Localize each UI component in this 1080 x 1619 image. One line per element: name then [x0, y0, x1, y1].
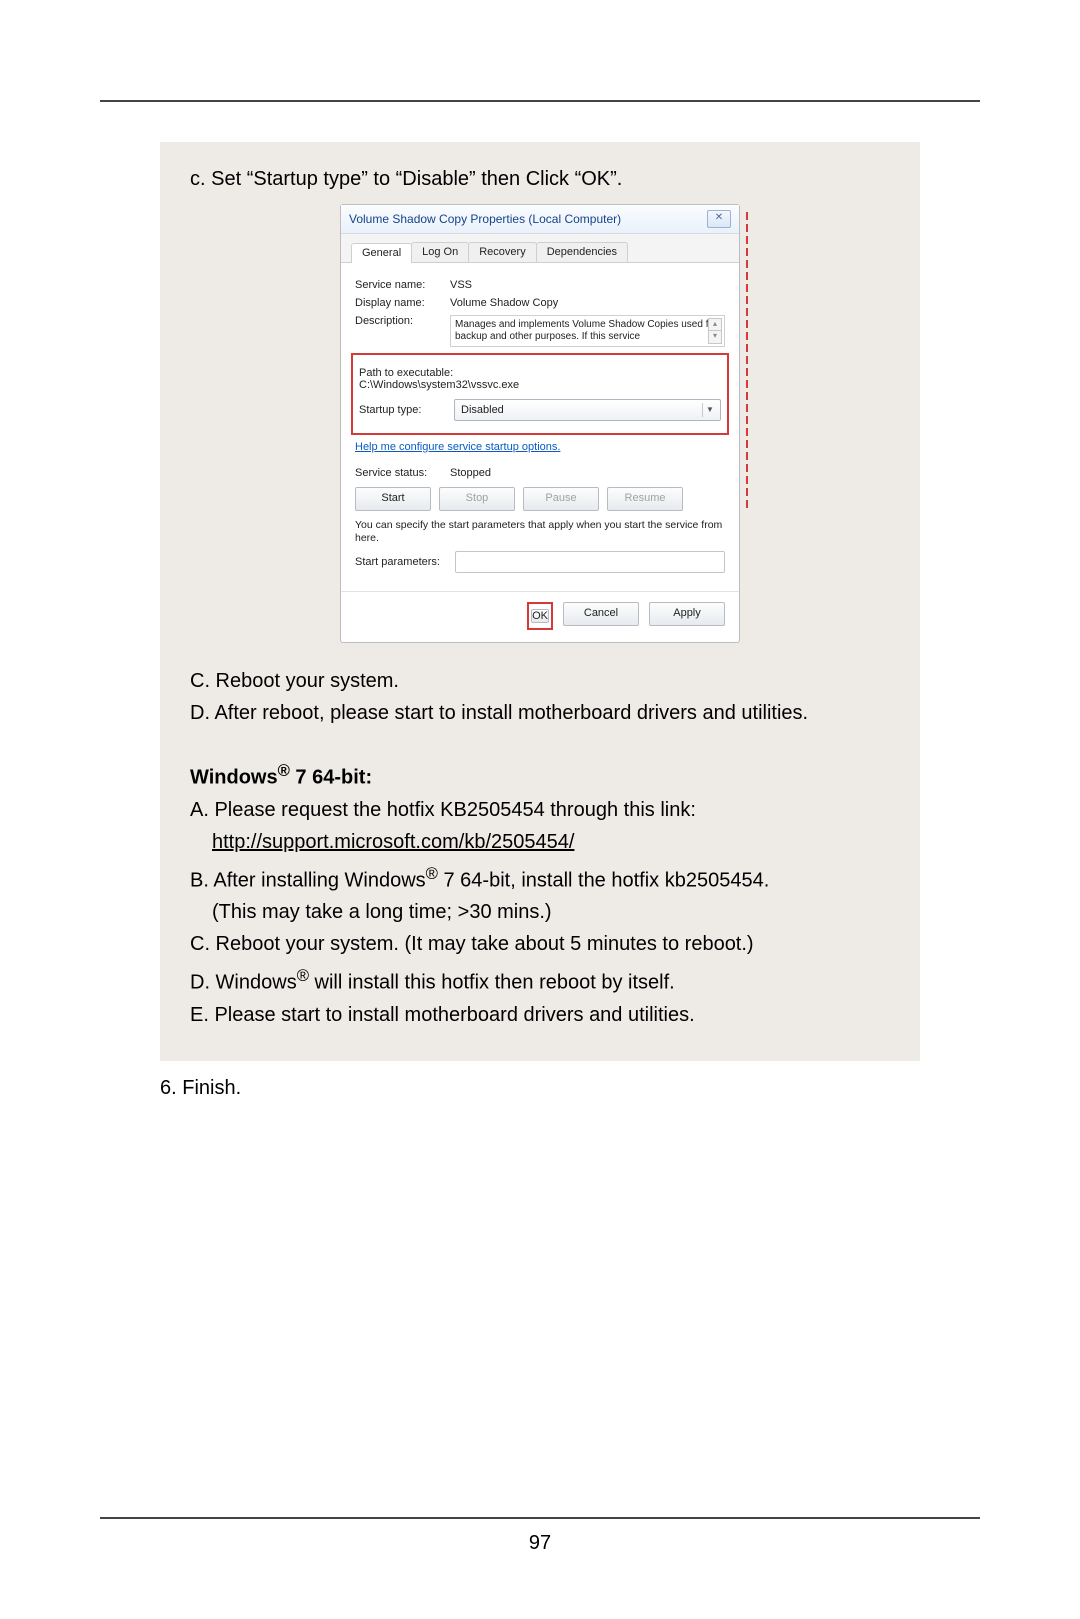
close-icon[interactable]: ✕	[707, 210, 731, 228]
dialog-titlebar: Volume Shadow Copy Properties (Local Com…	[341, 205, 739, 234]
registered-icon: ®	[426, 864, 438, 883]
service-control-buttons: Start Stop Pause Resume	[355, 487, 725, 511]
description-text: Manages and implements Volume Shadow Cop…	[455, 319, 717, 342]
service-name-label: Service name:	[355, 279, 450, 291]
win-step-e: E. Please start to install motherboard d…	[190, 999, 890, 1031]
after-screenshot-text: C. Reboot your system. D. After reboot, …	[190, 665, 890, 1031]
path-value: C:\Windows\system32\vssvc.exe	[359, 379, 721, 391]
step-6-finish: 6. Finish.	[160, 1077, 920, 1100]
start-params-label: Start parameters:	[355, 556, 455, 568]
registered-icon: ®	[297, 966, 309, 985]
step-c-reboot: C. Reboot your system.	[190, 665, 890, 697]
ok-highlight: OK	[527, 602, 553, 630]
dialog-tabs: General Log On Recovery Dependencies	[341, 234, 739, 263]
pause-button: Pause	[523, 487, 599, 511]
highlight-startup-area: Path to executable: C:\Windows\system32\…	[351, 353, 729, 435]
instruction-panel: c. Set “Startup type” to “Disable” then …	[160, 142, 920, 1061]
service-status-label: Service status:	[355, 467, 450, 479]
resume-button: Resume	[607, 487, 683, 511]
win-step-b-note: (This may take a long time; >30 mins.)	[190, 896, 890, 928]
path-label: Path to executable:	[359, 367, 721, 379]
dialog-footer-buttons: OK Cancel Apply	[341, 591, 739, 642]
win7-64-heading: Windows® 7 64-bit:	[190, 755, 890, 794]
display-name-label: Display name:	[355, 297, 450, 309]
cancel-button[interactable]: Cancel	[563, 602, 639, 626]
win-step-c: C. Reboot your system. (It may take abou…	[190, 928, 890, 960]
start-params-input[interactable]	[455, 551, 725, 573]
tab-logon[interactable]: Log On	[411, 242, 469, 262]
description-label: Description:	[355, 315, 450, 347]
description-box: Manages and implements Volume Shadow Cop…	[450, 315, 725, 347]
win-step-a: A. Please request the hotfix KB2505454 t…	[190, 794, 890, 826]
service-name-value: VSS	[450, 279, 725, 291]
win-step-b: B. After installing Windows® 7 64-bit, i…	[190, 858, 890, 897]
step-c-text: c. Set “Startup type” to “Disable” then …	[190, 164, 890, 194]
startup-type-value: Disabled	[461, 404, 504, 416]
page-number: 97	[100, 1532, 980, 1555]
tab-dependencies[interactable]: Dependencies	[536, 242, 628, 262]
tab-general[interactable]: General	[351, 243, 412, 263]
registered-icon: ®	[278, 761, 290, 780]
start-button[interactable]: Start	[355, 487, 431, 511]
win-step-d: D. Windows® will install this hotfix the…	[190, 960, 890, 999]
scroll-down-icon[interactable]: ▾	[708, 330, 722, 344]
dialog-body: Service name: VSS Display name: Volume S…	[341, 263, 739, 591]
ok-button[interactable]: OK	[531, 609, 549, 623]
step-d-install: D. After reboot, please start to install…	[190, 697, 890, 729]
dialog-screenshot: Volume Shadow Copy Properties (Local Com…	[340, 204, 740, 643]
obscured-red-marks	[742, 212, 748, 635]
help-link[interactable]: Help me configure service startup option…	[355, 441, 725, 453]
start-params-hint: You can specify the start parameters tha…	[355, 519, 725, 545]
hotfix-link[interactable]: http://support.microsoft.com/kb/2505454/	[212, 831, 574, 853]
apply-button[interactable]: Apply	[649, 602, 725, 626]
properties-dialog: Volume Shadow Copy Properties (Local Com…	[340, 204, 740, 643]
stop-button: Stop	[439, 487, 515, 511]
dialog-title: Volume Shadow Copy Properties (Local Com…	[349, 212, 621, 226]
chevron-down-icon: ▼	[702, 403, 717, 417]
document-page: c. Set “Startup type” to “Disable” then …	[100, 100, 980, 1519]
startup-type-dropdown[interactable]: Disabled ▼	[454, 399, 721, 421]
display-name-value: Volume Shadow Copy	[450, 297, 725, 309]
service-status-value: Stopped	[450, 467, 725, 479]
tab-recovery[interactable]: Recovery	[468, 242, 536, 262]
startup-type-label: Startup type:	[359, 404, 454, 416]
